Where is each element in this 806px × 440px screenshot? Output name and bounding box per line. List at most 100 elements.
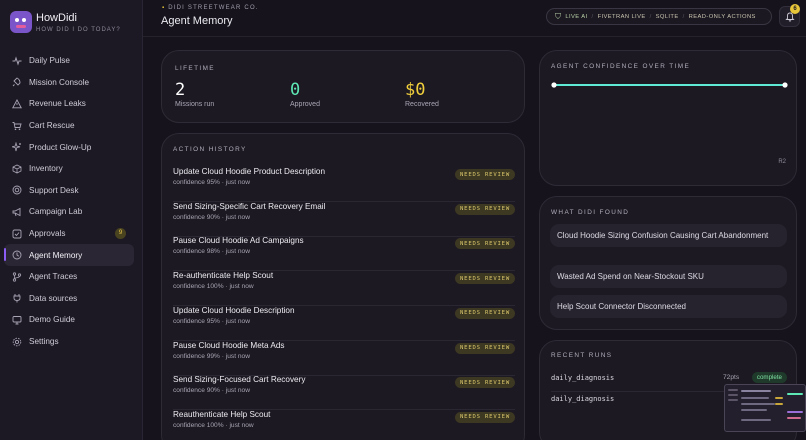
- confidence-line-chart: [551, 82, 788, 88]
- status-sqlite: SQLITE: [655, 13, 679, 20]
- sidebar-item-agent-traces[interactable]: Agent Traces: [4, 266, 134, 288]
- history-icon: [12, 250, 22, 260]
- notification-badge: 6: [790, 4, 800, 14]
- sidebar-item-campaign-lab[interactable]: Campaign Lab: [4, 201, 134, 223]
- action-meta: confidence 95% · just now: [173, 317, 250, 325]
- rocket-icon: [12, 77, 22, 87]
- branch-icon: [12, 272, 22, 282]
- stat-value: 0: [290, 80, 301, 100]
- sidebar-nav: Daily Pulse Mission Console Revenue Leaks C…: [4, 50, 134, 352]
- stat-recovered: $0 Recovered: [405, 81, 439, 108]
- monitor-icon: [12, 315, 22, 325]
- check-icon: [12, 229, 22, 239]
- action-history-row[interactable]: Pause Cloud Hoodie Meta Ads confidence 99…: [173, 341, 515, 376]
- confidence-end-label: R2: [778, 159, 786, 165]
- brand[interactable]: HowDidi HOW DID I DO TODAY?: [10, 11, 121, 33]
- action-history-row[interactable]: Reauthenticate Help Scout confidence 100%…: [173, 410, 515, 440]
- action-title: Send Sizing-Focused Cart Recovery: [173, 375, 306, 385]
- action-history-row[interactable]: Re-authenticate Help Scout confidence 100…: [173, 271, 515, 307]
- sidebar-item-label: Revenue Leaks: [29, 99, 86, 109]
- sidebar-item-label: Agent Traces: [29, 272, 78, 282]
- status-fivetran: FIVETRAN LIVE: [597, 13, 646, 20]
- status-live-ai: LIVE AI: [565, 13, 588, 20]
- needs-review-badge[interactable]: NEEDS REVIEW: [454, 203, 515, 215]
- sidebar-item-label: Inventory: [29, 164, 63, 174]
- warning-icon: [12, 99, 22, 109]
- needs-review-badge[interactable]: NEEDS REVIEW: [454, 342, 515, 354]
- sidebar-item-agent-memory[interactable]: Agent Memory: [4, 244, 134, 266]
- sidebar-item-cart-rescue[interactable]: Cart Rescue: [4, 115, 134, 137]
- box-icon: [12, 164, 22, 174]
- action-history-row[interactable]: Update Cloud Hoodie Description confidenc…: [173, 306, 515, 341]
- sidebar-item-approvals[interactable]: Approvals 9: [4, 223, 134, 245]
- lifetime-card: LIFETIME 2 Missions run 0 Approved $0 Re…: [161, 50, 525, 123]
- header-divider: [143, 36, 806, 37]
- lifebuoy-icon: [12, 185, 22, 195]
- stat-label: Recovered: [405, 101, 439, 108]
- action-history-row[interactable]: Send Sizing-Focused Cart Recovery confide…: [173, 375, 515, 411]
- stat-value: $0: [405, 80, 426, 100]
- finding-item[interactable]: Wasted Ad Spend on Near-Stockout SKU: [550, 265, 787, 288]
- sidebar-item-daily-pulse[interactable]: Daily Pulse: [4, 50, 134, 72]
- action-history-row[interactable]: Send Sizing-Specific Cart Recovery Email…: [173, 202, 515, 237]
- sidebar-item-label: Data sources: [29, 293, 78, 303]
- lifetime-label: LIFETIME: [175, 65, 215, 72]
- needs-review-badge[interactable]: NEEDS REVIEW: [454, 273, 515, 285]
- plug-icon: [12, 293, 22, 303]
- needs-review-badge[interactable]: NEEDS REVIEW: [454, 307, 515, 319]
- cart-icon: [12, 121, 22, 131]
- needs-review-badge[interactable]: NEEDS REVIEW: [454, 169, 515, 180]
- sidebar-item-support-desk[interactable]: Support Desk: [4, 180, 134, 202]
- sidebar-item-product-glow-up[interactable]: Product Glow-Up: [4, 136, 134, 158]
- sidebar-item-label: Mission Console: [29, 77, 90, 87]
- sidebar-item-mission-console[interactable]: Mission Console: [4, 72, 134, 94]
- stat-missions: 2 Missions run: [175, 81, 214, 108]
- recent-runs-label: RECENT RUNS: [551, 352, 613, 359]
- action-title: Update Cloud Hoodie Description: [173, 305, 295, 315]
- sidebar-item-label: Approvals: [29, 229, 66, 239]
- confidence-point: [551, 82, 557, 88]
- sparkle-icon: [12, 142, 22, 152]
- app-tagline: HOW DID I DO TODAY?: [36, 26, 121, 33]
- run-points: 72pts: [723, 374, 740, 381]
- page-title: Agent Memory: [161, 15, 233, 27]
- company-name: ▪ DIDI STREETWEAR CO.: [162, 5, 259, 11]
- sidebar-item-label: Settings: [29, 337, 59, 347]
- action-history-row[interactable]: Update Cloud Hoodie Product Description c…: [173, 167, 515, 202]
- sidebar-item-label: Demo Guide: [29, 315, 75, 325]
- action-history-row[interactable]: Pause Cloud Hoodie Ad Campaigns confidenc…: [173, 236, 515, 272]
- action-meta: confidence 99% · just now: [173, 352, 250, 360]
- finding-item[interactable]: Help Scout Connector Disconnected: [550, 295, 787, 318]
- sidebar-item-label: Campaign Lab: [29, 207, 83, 217]
- needs-review-badge[interactable]: NEEDS REVIEW: [454, 377, 515, 389]
- sidebar-item-demo-guide[interactable]: Demo Guide: [4, 309, 134, 331]
- sidebar-item-label: Product Glow-Up: [29, 142, 92, 152]
- sidebar: HowDidi HOW DID I DO TODAY? Daily Pulse M…: [0, 0, 143, 440]
- action-meta: confidence 100% · just now: [173, 283, 254, 291]
- store-icon: ▪: [162, 5, 166, 11]
- app-name: HowDidi: [36, 11, 77, 24]
- sidebar-item-label: Daily Pulse: [29, 56, 70, 66]
- action-title: Send Sizing-Specific Cart Recovery Email: [173, 201, 326, 211]
- screen-preview-thumbnail[interactable]: [724, 384, 806, 432]
- action-meta: confidence 90% · just now: [173, 387, 250, 395]
- needs-review-badge[interactable]: NEEDS REVIEW: [454, 411, 515, 423]
- status-read-only: READ-ONLY ACTIONS: [688, 13, 756, 20]
- megaphone-icon: [12, 207, 22, 217]
- finding-item[interactable]: Cloud Hoodie Sizing Confusion Causing Ca…: [550, 224, 787, 247]
- sidebar-item-inventory[interactable]: Inventory: [4, 158, 134, 180]
- logo-icon: [10, 11, 32, 33]
- needs-review-badge[interactable]: NEEDS REVIEW: [454, 238, 515, 250]
- action-meta: confidence 90% · just now: [173, 213, 250, 221]
- stat-label: Approved: [290, 101, 320, 108]
- action-meta: confidence 95% · just now: [173, 179, 250, 186]
- action-meta: confidence 98% · just now: [173, 248, 250, 256]
- sidebar-item-revenue-leaks[interactable]: Revenue Leaks: [4, 93, 134, 115]
- findings-label: WHAT DIDI FOUND: [551, 209, 630, 216]
- gear-icon: [12, 337, 22, 347]
- sidebar-item-settings[interactable]: Settings: [4, 331, 134, 353]
- action-title: Pause Cloud Hoodie Meta Ads: [173, 340, 285, 350]
- action-title: Re-authenticate Help Scout: [173, 271, 274, 281]
- stat-value: 2: [175, 80, 186, 100]
- sidebar-item-data-sources[interactable]: Data sources: [4, 288, 134, 310]
